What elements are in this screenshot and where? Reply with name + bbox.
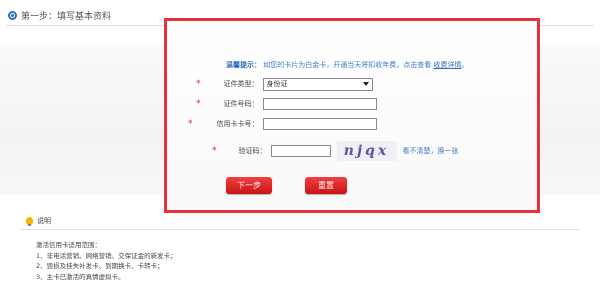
card-number-label: 信用卡卡号： <box>216 120 259 128</box>
tip-end: 。 <box>461 61 469 69</box>
chevron-down-icon <box>362 82 369 86</box>
tip-label: 温馨提示： <box>226 61 261 69</box>
notes-line: 1、非电话营销、网络营销、交保证金的新发卡； <box>36 251 177 260</box>
id-number-label: 证件号码： <box>223 100 259 108</box>
required-mark: * <box>188 119 193 129</box>
captcha-input[interactable] <box>270 145 331 157</box>
notes-line: 3、主卡已激活的真情虚拟卡。 <box>36 272 125 281</box>
lightbulb-icon <box>26 217 33 226</box>
notes-title: 说明 <box>37 217 51 225</box>
form-highlight-box <box>164 18 540 213</box>
captcha-row: * 验证码： njqx 看不清楚，换一张 <box>212 141 459 161</box>
id-type-row: * 证件类型： 身份证 <box>196 77 373 91</box>
step-circle-icon <box>8 10 17 20</box>
required-mark: * <box>196 79 201 89</box>
tip-message: 如您的卡片为白金卡，开通当天将扣收年费，点击查看 <box>263 61 432 69</box>
step-title: 第一步：填写基本资料 <box>21 11 112 22</box>
id-number-input[interactable] <box>262 98 377 110</box>
notes-body: 激活信用卡适用范围： 1、非电话营销、网络营销、交保证金的新发卡； 2、毁损及挂… <box>36 240 177 282</box>
next-step-button[interactable]: 下一步 <box>226 177 272 194</box>
id-type-value: 身份证 <box>266 80 288 88</box>
captcha-label: 验证码： <box>238 147 267 155</box>
tip-text: 温馨提示： 如您的卡片为白金卡，开通当天将扣收年费，点击查看 收费详情。 <box>226 60 468 70</box>
captcha-image[interactable]: njqx <box>336 141 397 161</box>
required-mark: * <box>196 99 201 109</box>
required-mark: * <box>212 146 217 156</box>
notes-line: 2、毁损及挂失补发卡、到期换卡、卡转卡； <box>36 262 164 270</box>
id-type-label: 证件类型： <box>223 80 259 88</box>
refresh-captcha-link[interactable]: 看不清楚，换一张 <box>403 146 459 156</box>
notes-divider <box>20 229 580 230</box>
notes-line: 激活信用卡适用范围： <box>36 241 101 249</box>
step-header: 第一步：填写基本资料 <box>8 6 111 24</box>
notes-header: 说明 <box>26 216 51 226</box>
reset-button[interactable]: 重置 <box>305 177 347 194</box>
card-number-input[interactable] <box>262 118 377 130</box>
id-type-select[interactable]: 身份证 <box>262 77 373 91</box>
fee-details-link[interactable]: 收费详情 <box>433 61 461 69</box>
id-number-row: * 证件号码： <box>196 97 377 111</box>
card-number-row: * 信用卡卡号： <box>188 117 377 131</box>
